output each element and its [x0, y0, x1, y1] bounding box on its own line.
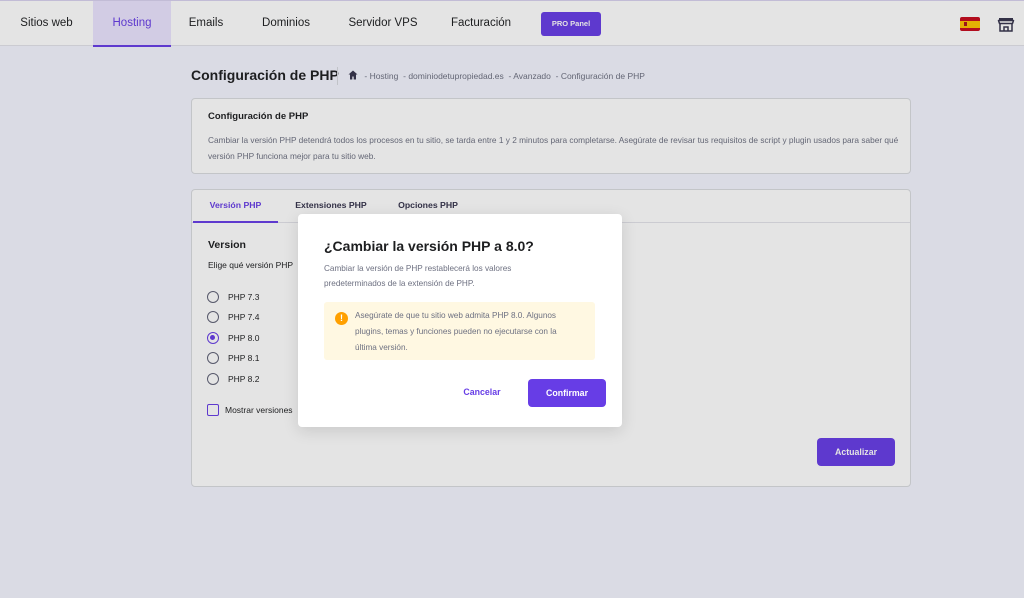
confirm-button[interactable]: Confirmar [528, 379, 606, 407]
warning-alert: ! Asegúrate de que tu sitio web admita P… [324, 302, 595, 360]
warning-icon: ! [335, 312, 348, 325]
cancel-button[interactable]: Cancelar [452, 381, 512, 403]
warning-text: Asegúrate de que tu sitio web admita PHP… [355, 311, 557, 352]
dialog-description: Cambiar la versión de PHP restablecerá l… [324, 264, 512, 288]
dialog-title: ¿Cambiar la versión PHP a 8.0? [324, 238, 534, 254]
change-php-version-dialog: ¿Cambiar la versión PHP a 8.0? Cambiar l… [298, 214, 622, 427]
